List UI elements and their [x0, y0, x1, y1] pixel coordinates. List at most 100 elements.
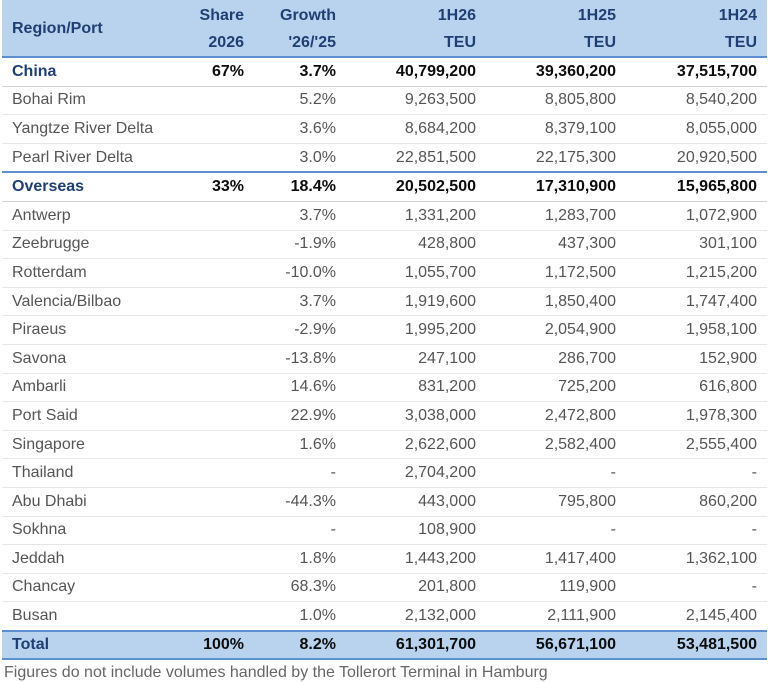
cell-1h25: 725,200: [486, 373, 626, 403]
cell-region: Bohai Rim: [2, 86, 188, 116]
cell-1h25: 437,300: [486, 230, 626, 260]
cell-share: [188, 258, 254, 288]
total-1h24: 53,481,500: [626, 629, 767, 660]
cell-1h26: 201,800: [346, 573, 486, 603]
cell-growth: 1.6%: [254, 430, 346, 460]
header-1h26-unit: TEU: [346, 29, 486, 58]
total-row: Total 100% 8.2% 61,301,700 56,671,100 53…: [2, 629, 767, 660]
cell-share: [188, 86, 254, 116]
cell-1h24: 1,747,400: [626, 287, 767, 317]
cell-1h25: 1,283,700: [486, 201, 626, 231]
cell-share: [188, 373, 254, 403]
cell-1h25: 8,805,800: [486, 86, 626, 116]
port-row: Ambarli 14.6% 831,200 725,200 616,800: [2, 373, 767, 403]
cell-1h26: 831,200: [346, 373, 486, 403]
cell-1h24: 8,055,000: [626, 114, 767, 144]
cell-1h26: 20,502,500: [346, 171, 486, 202]
cell-1h26: 108,900: [346, 516, 486, 546]
cell-growth: 3.6%: [254, 114, 346, 144]
port-row: Port Said 22.9% 3,038,000 2,472,800 1,978,30…: [2, 401, 767, 431]
cell-1h26: 1,995,200: [346, 315, 486, 345]
cell-share: 33%: [188, 171, 254, 202]
cell-1h25: 17,310,900: [486, 171, 626, 202]
cell-1h26: 443,000: [346, 487, 486, 517]
cell-region: Thailand: [2, 458, 188, 488]
cell-1h25: 2,472,800: [486, 401, 626, 431]
port-row: Jeddah 1.8% 1,443,200 1,417,400 1,362,100: [2, 544, 767, 574]
region-group-row: China 67% 3.7% 40,799,200 39,360,200 37,515,7…: [2, 55, 767, 87]
cell-1h26: 1,331,200: [346, 201, 486, 231]
cell-region: Yangtze River Delta: [2, 114, 188, 144]
header-share: Share: [188, 0, 254, 29]
header-growth-period: '26/'25: [254, 29, 346, 58]
table-footer: Total 100% 8.2% 61,301,700 56,671,100 53…: [2, 629, 767, 660]
cell-1h26: 2,132,000: [346, 601, 486, 632]
cell-share: [188, 143, 254, 173]
cell-1h24: 8,540,200: [626, 86, 767, 116]
cell-share: [188, 114, 254, 144]
port-row: Valencia/Bilbao 3.7% 1,919,600 1,850,400 1,7…: [2, 287, 767, 317]
port-row: Singapore 1.6% 2,622,600 2,582,400 2,555,400: [2, 430, 767, 460]
cell-share: [188, 458, 254, 488]
port-row: Zeebrugge -1.9% 428,800 437,300 301,100: [2, 230, 767, 260]
cell-1h26: 9,263,500: [346, 86, 486, 116]
cell-1h26: 2,622,600: [346, 430, 486, 460]
cell-growth: 3.7%: [254, 287, 346, 317]
cell-share: [188, 487, 254, 517]
port-row: Piraeus -2.9% 1,995,200 2,054,900 1,958,100: [2, 315, 767, 345]
header-1h25-unit: TEU: [486, 29, 626, 58]
cell-1h26: 1,919,600: [346, 287, 486, 317]
cell-share: [188, 287, 254, 317]
cell-1h25: 119,900: [486, 573, 626, 603]
cell-share: [188, 201, 254, 231]
cell-1h25: 2,582,400: [486, 430, 626, 460]
cell-region: Chancay: [2, 573, 188, 603]
port-row: Chancay 68.3% 201,800 119,900-: [2, 573, 767, 603]
port-row: Abu Dhabi -44.3% 443,000 795,800 860,200: [2, 487, 767, 517]
cell-1h25: 39,360,200: [486, 55, 626, 87]
cell-share: 67%: [188, 55, 254, 87]
cell-1h25: 2,054,900: [486, 315, 626, 345]
cell-1h24: 2,555,400: [626, 430, 767, 460]
header-1h24-unit: TEU: [626, 29, 767, 58]
header-growth: Growth: [254, 0, 346, 29]
cell-share: [188, 516, 254, 546]
cell-1h24: 1,978,300: [626, 401, 767, 431]
throughput-table: Region/Port Share Growth 1H26 1H25 1H24 …: [2, 0, 767, 660]
cell-share: [188, 230, 254, 260]
cell-share: [188, 601, 254, 632]
cell-growth: 3.0%: [254, 143, 346, 173]
port-row: Savona -13.8% 247,100 286,700 152,900: [2, 344, 767, 374]
cell-1h24: 1,215,200: [626, 258, 767, 288]
cell-growth: 3.7%: [254, 201, 346, 231]
port-row: Busan 1.0% 2,132,000 2,111,900 2,145,400: [2, 601, 767, 632]
cell-growth: 68.3%: [254, 573, 346, 603]
total-share: 100%: [188, 629, 254, 660]
cell-region: China: [2, 55, 188, 87]
total-1h26: 61,301,700: [346, 629, 486, 660]
cell-1h25: 22,175,300: [486, 143, 626, 173]
cell-growth: 22.9%: [254, 401, 346, 431]
cell-growth: -1.9%: [254, 230, 346, 260]
cell-share: [188, 544, 254, 574]
header-region-port: Region/Port: [2, 0, 188, 57]
cell-1h26: 8,684,200: [346, 114, 486, 144]
cell-1h24: 2,145,400: [626, 601, 767, 632]
cell-region: Pearl River Delta: [2, 143, 188, 173]
cell-1h24: -: [626, 573, 767, 603]
header-1h24: 1H24: [626, 0, 767, 29]
port-row: Sokhna -108,900- -: [2, 516, 767, 546]
cell-region: Valencia/Bilbao: [2, 287, 188, 317]
total-label: Total: [2, 629, 188, 660]
cell-1h25: 1,172,500: [486, 258, 626, 288]
cell-growth: -: [254, 516, 346, 546]
header-1h26: 1H26: [346, 0, 486, 29]
cell-1h26: 3,038,000: [346, 401, 486, 431]
cell-growth: 5.2%: [254, 86, 346, 116]
cell-1h26: 428,800: [346, 230, 486, 260]
cell-region: Singapore: [2, 430, 188, 460]
cell-1h25: 1,850,400: [486, 287, 626, 317]
cell-region: Abu Dhabi: [2, 487, 188, 517]
cell-growth: -44.3%: [254, 487, 346, 517]
table-body: China 67% 3.7% 40,799,200 39,360,200 37,515,7…: [2, 55, 767, 632]
